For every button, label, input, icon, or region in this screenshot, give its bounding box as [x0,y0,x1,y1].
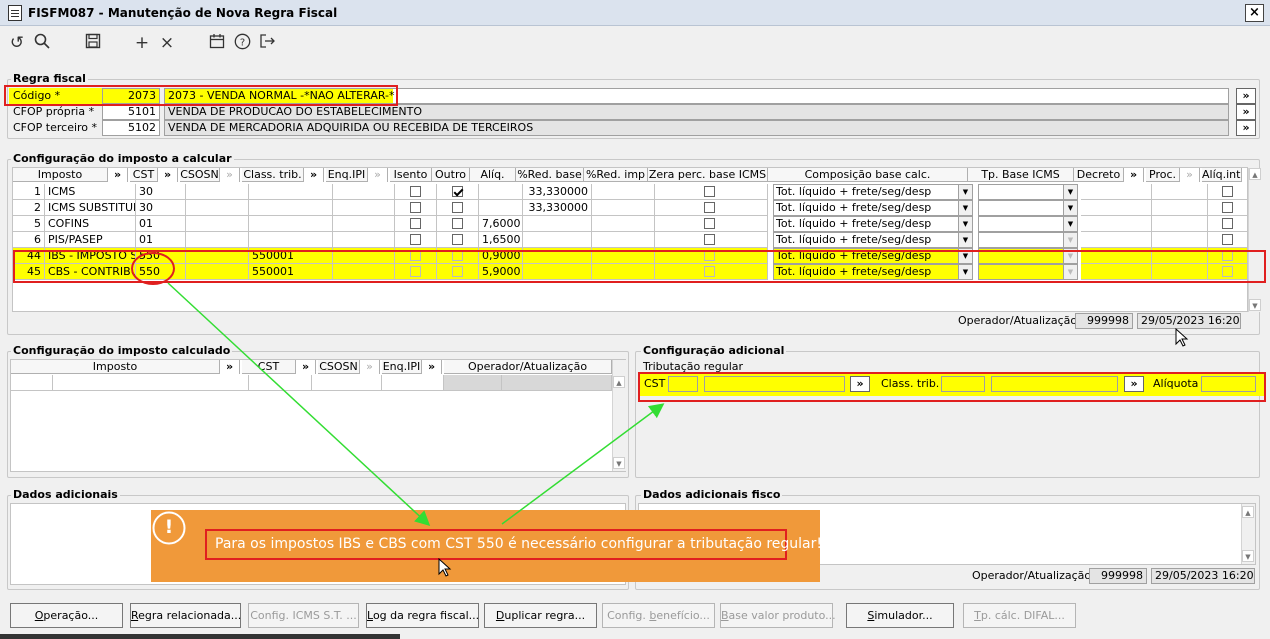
action-button-3: Config. ICMS S.T. ... [248,603,359,628]
annotation-arrows [167,282,665,527]
action-button-9: Tp. cálc. DIFAL... [963,603,1076,628]
action-button-1[interactable]: Operação... [10,603,123,628]
action-button-6: Config. benefício... [602,603,715,628]
action-button-8[interactable]: Simulador... [846,603,954,628]
action-button-4[interactable]: Log da regra fiscal... [366,603,479,628]
action-button-2[interactable]: Regra relacionada... [130,603,241,628]
mouse-cursor [1175,328,1189,347]
mouse-cursor [438,558,452,577]
action-button-7: Base valor produto... [720,603,836,628]
action-button-5[interactable]: Duplicar regra... [484,603,597,628]
